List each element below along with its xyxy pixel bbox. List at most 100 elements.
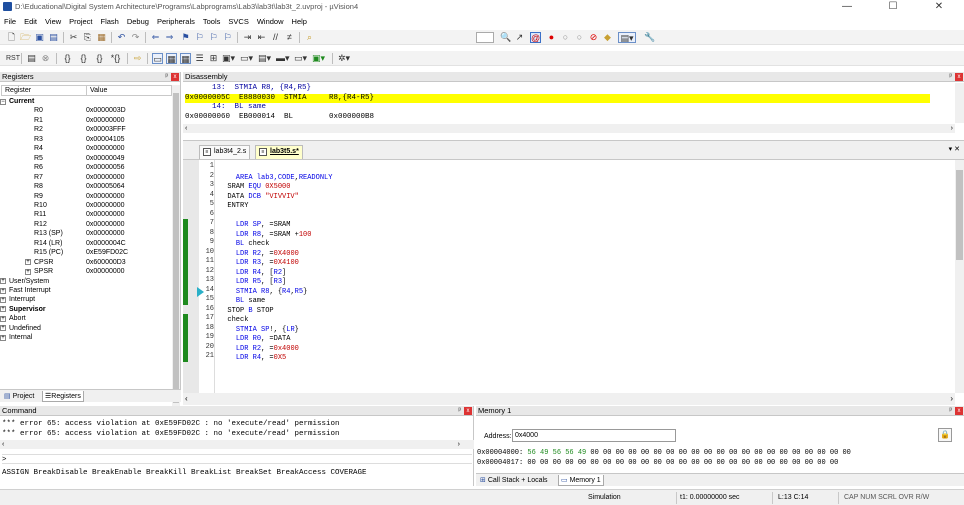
code-line[interactable]: LDR R2, =0x4000	[219, 345, 299, 354]
code-line[interactable]: DATA DCB "VIVVIV"	[219, 193, 298, 202]
register-group[interactable]: + Interrupt	[0, 295, 172, 304]
register-value[interactable]: 0x00000000	[86, 173, 125, 182]
tab-lab3t4-2[interactable]: ≡ lab3t4_2.s	[199, 145, 251, 159]
register-row[interactable]: R8 0x00005064	[0, 182, 172, 191]
menu-debug[interactable]: Debug	[123, 15, 153, 29]
register-value[interactable]: 0x00000056	[86, 163, 125, 172]
editor-v-scrollbar[interactable]	[955, 160, 964, 393]
clear-bookmarks-icon[interactable]: ⚐	[222, 32, 233, 43]
code-line[interactable]: AREA lab3,CODE,READONLY	[219, 174, 333, 183]
code-line[interactable]: SRAM EQU 0X5000	[219, 183, 290, 192]
registers-scroll-thumb[interactable]	[173, 93, 179, 403]
command-h-scrollbar[interactable]: ‹ ›	[0, 440, 474, 449]
tab-project[interactable]: ▤ Project	[2, 391, 36, 402]
register-group[interactable]: + Fast Interrupt	[0, 286, 172, 295]
memory-row[interactable]: 0x00004000: 56 49 56 56 49 00 00 00 00 0…	[477, 448, 851, 458]
code-line[interactable]: LDR SP, =SRAM	[219, 221, 291, 230]
tab-menu-icon[interactable]: ▾ ✕	[949, 145, 960, 153]
register-value[interactable]: 0x00000000	[86, 192, 125, 201]
code-line[interactable]: LDR R5, [R3]	[219, 278, 286, 287]
step-over-icon[interactable]: {}	[78, 53, 89, 64]
register-value[interactable]: 0x00000000	[86, 201, 125, 210]
find-combo[interactable]	[476, 32, 494, 43]
expand-toggle-icon[interactable]: +	[0, 315, 6, 322]
register-value[interactable]: 0x00003FFF	[86, 125, 126, 134]
prev-bookmark-icon[interactable]: ⚐	[194, 32, 205, 43]
disassembly-h-scrollbar[interactable]: ‹ ›	[183, 124, 955, 133]
analysis-window-icon[interactable]: ▬▾	[276, 53, 290, 64]
editor-h-scrollbar[interactable]: ‹ ›	[183, 393, 955, 405]
register-row[interactable]: R5 0x00000049	[0, 154, 172, 163]
pin-icon[interactable]: ᵖ	[458, 406, 461, 416]
pin-icon[interactable]: ᵖ	[949, 406, 952, 416]
register-value[interactable]: 0x00000000	[86, 210, 125, 219]
rebuild-icon[interactable]: ◆	[602, 32, 613, 43]
register-row[interactable]: R12 0x00000000	[0, 220, 172, 229]
register-value[interactable]: 0x00000000	[86, 267, 125, 276]
call-stack-window-icon[interactable]: ⊞	[208, 53, 219, 64]
register-group-current[interactable]: − Current	[0, 97, 172, 106]
expand-toggle-icon[interactable]: +	[25, 259, 31, 266]
register-value[interactable]: 0x0000004C	[86, 239, 126, 248]
register-row[interactable]: R14 (LR) 0x0000004C	[0, 239, 172, 248]
register-group[interactable]: + Abort	[0, 314, 172, 323]
register-row[interactable]: R2 0x00003FFF	[0, 125, 172, 134]
register-row[interactable]: R1 0x00000000	[0, 116, 172, 125]
find-icon[interactable]: 🔍	[500, 32, 511, 43]
navigate-back-icon[interactable]: ⇐	[150, 32, 161, 43]
incremental-find-icon[interactable]: ↗	[514, 32, 525, 43]
insert-breakpoint-icon[interactable]: ●	[546, 32, 557, 43]
code-line[interactable]: check	[219, 316, 248, 325]
reset-cpu-icon[interactable]: RST	[6, 53, 20, 64]
show-next-statement-icon[interactable]: ⇨	[132, 53, 143, 64]
menu-help[interactable]: Help	[288, 15, 311, 29]
register-row[interactable]: R0 0x0000003D	[0, 106, 172, 115]
run-icon[interactable]: ▤	[26, 53, 37, 64]
expand-toggle-icon[interactable]: +	[0, 334, 6, 341]
command-window-icon[interactable]: ▭	[152, 53, 163, 64]
memory-dump[interactable]: 0x00004000: 56 49 56 56 49 00 00 00 00 0…	[476, 448, 956, 470]
code-line[interactable]: LDR R2, =0X4000	[219, 250, 299, 259]
register-row[interactable]: R9 0x00000000	[0, 192, 172, 201]
configure-icon[interactable]: 🔧	[644, 32, 655, 43]
code-line[interactable]: LDR R4, =0X5	[219, 354, 286, 363]
menu-edit[interactable]: Edit	[20, 15, 41, 29]
window-layout-icon[interactable]: ▤▾	[618, 32, 636, 43]
memory-row[interactable]: 0x00004017: 00 00 00 00 00 00 00 00 00 0…	[477, 458, 838, 468]
menu-file[interactable]: File	[0, 15, 20, 29]
new-file-icon[interactable]: 🗋	[6, 32, 17, 43]
trace-window-icon[interactable]: ▭▾	[294, 53, 307, 64]
tab-registers[interactable]: ☰Registers	[42, 391, 84, 402]
copy-icon[interactable]: ⎘	[82, 32, 93, 43]
cut-icon[interactable]: ✂	[68, 32, 79, 43]
disassembly-line[interactable]: 14: BL same	[185, 103, 930, 112]
expand-toggle-icon[interactable]: +	[0, 306, 6, 313]
system-viewer-icon[interactable]: ▣▾	[312, 53, 325, 64]
disassembly-v-scrollbar[interactable]	[955, 83, 964, 123]
register-row[interactable]: R3 0x00004105	[0, 135, 172, 144]
run-to-cursor-icon[interactable]: *{}	[110, 53, 121, 64]
register-row[interactable]: R10 0x00000000	[0, 201, 172, 210]
tab-memory-1[interactable]: ▭ Memory 1	[558, 475, 604, 486]
symbols-window-icon[interactable]: ▦	[180, 53, 191, 64]
paste-icon[interactable]: ▦	[96, 32, 107, 43]
navigate-forward-icon[interactable]: ⇒	[164, 32, 175, 43]
expand-toggle-icon[interactable]: +	[0, 325, 6, 332]
expand-toggle-icon[interactable]: +	[0, 278, 6, 285]
expand-toggle-icon[interactable]: +	[0, 287, 6, 294]
register-group[interactable]: + Supervisor	[0, 305, 172, 314]
code-line[interactable]: LDR R8, =SRAM +100	[219, 231, 312, 240]
next-bookmark-icon[interactable]: ⚐	[208, 32, 219, 43]
serial-window-icon[interactable]: ▤▾	[258, 53, 271, 64]
expand-toggle-icon[interactable]: +	[0, 296, 6, 303]
maximize-button[interactable]: ☐	[870, 0, 916, 14]
open-folder-icon[interactable]: 🗁	[20, 32, 31, 43]
undo-icon[interactable]: ↶	[116, 32, 127, 43]
column-header-value[interactable]: Value	[86, 85, 172, 96]
uncomment-icon[interactable]: ≠	[284, 32, 295, 43]
lock-icon[interactable]: 🔒	[938, 428, 952, 442]
expand-toggle-icon[interactable]: −	[0, 98, 6, 105]
code-line[interactable]: LDR R0, =DATA	[219, 335, 291, 344]
menu-svcs[interactable]: SVCS	[224, 15, 252, 29]
enable-breakpoint-icon[interactable]: ○	[560, 32, 571, 43]
